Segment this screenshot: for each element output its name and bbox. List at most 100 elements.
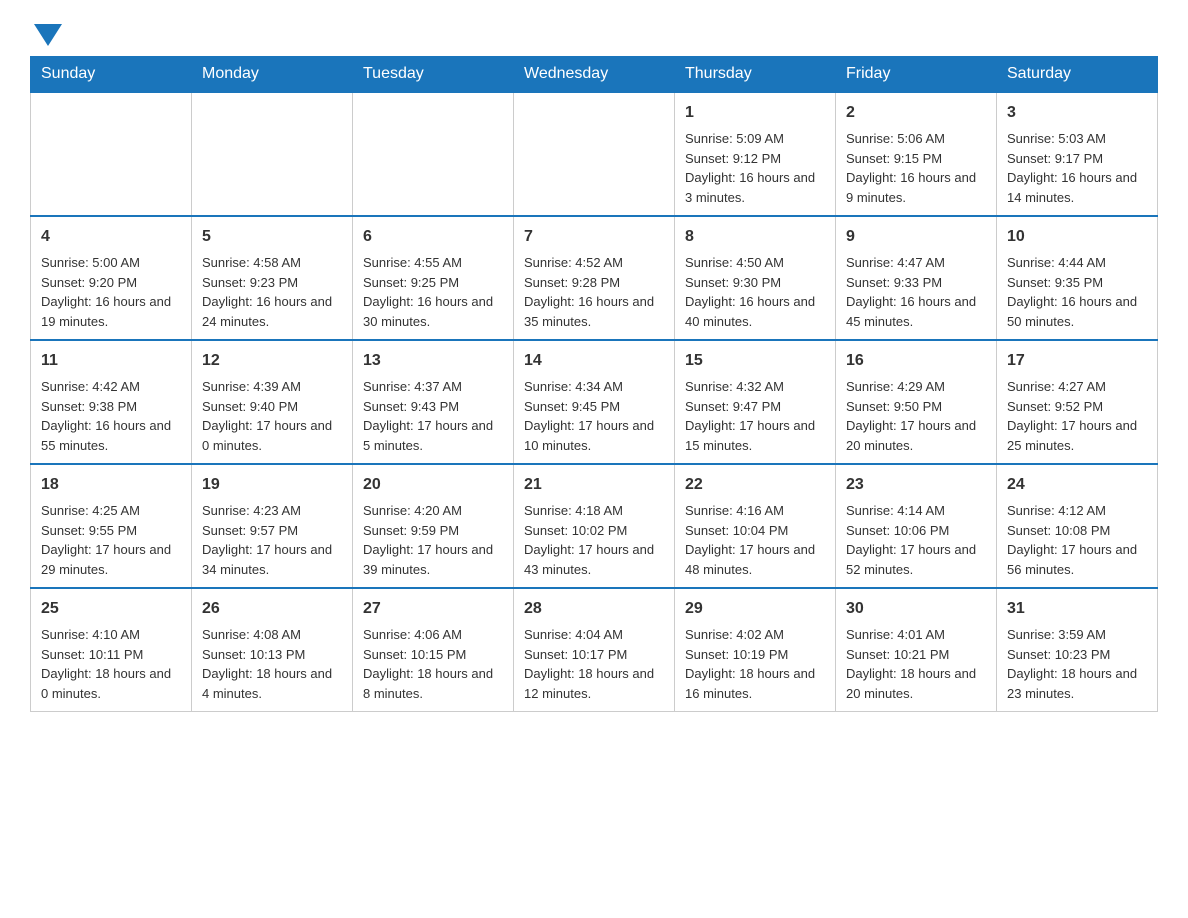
column-header-wednesday: Wednesday [514, 57, 675, 93]
calendar-week-row: 11 Sunrise: 4:42 AMSunset: 9:38 PMDayligh… [31, 340, 1158, 464]
day-number: 12 [202, 349, 342, 373]
day-number: 15 [685, 349, 825, 373]
day-info: Sunrise: 4:42 AMSunset: 9:38 PMDaylight:… [41, 377, 181, 455]
calendar-cell: 11 Sunrise: 4:42 AMSunset: 9:38 PMDayligh… [31, 340, 192, 464]
calendar-cell: 6 Sunrise: 4:55 AMSunset: 9:25 PMDaylight… [353, 216, 514, 340]
calendar-cell: 25Sunrise: 4:10 AMSunset: 10:11 PMDaylig… [31, 588, 192, 712]
day-number: 24 [1007, 473, 1147, 497]
day-number: 13 [363, 349, 503, 373]
day-info: Sunrise: 4:37 AMSunset: 9:43 PMDaylight:… [363, 377, 503, 455]
calendar-cell: 2 Sunrise: 5:06 AMSunset: 9:15 PMDaylight… [836, 92, 997, 216]
calendar-week-row: 1Sunrise: 5:09 AMSunset: 9:12 PMDaylight… [31, 92, 1158, 216]
calendar-cell [192, 92, 353, 216]
day-number: 6 [363, 225, 503, 249]
day-info: Sunrise: 4:58 AMSunset: 9:23 PMDaylight:… [202, 253, 342, 331]
calendar-cell: 31 Sunrise: 3:59 AMSunset: 10:23 PMDaylig… [997, 588, 1158, 712]
day-number: 9 [846, 225, 986, 249]
day-info: Sunrise: 4:02 AMSunset: 10:19 PMDaylight… [685, 625, 825, 703]
day-info: Sunrise: 5:09 AMSunset: 9:12 PMDaylight:… [685, 129, 825, 207]
day-number: 25 [41, 597, 181, 621]
day-number: 21 [524, 473, 664, 497]
calendar-cell: 21 Sunrise: 4:18 AMSunset: 10:02 PMDaylig… [514, 464, 675, 588]
logo-triangle-icon [34, 24, 62, 46]
day-info: Sunrise: 4:18 AMSunset: 10:02 PMDaylight… [524, 501, 664, 579]
day-number: 29 [685, 597, 825, 621]
day-number: 17 [1007, 349, 1147, 373]
day-info: Sunrise: 4:47 AMSunset: 9:33 PMDaylight:… [846, 253, 986, 331]
calendar-cell: 16 Sunrise: 4:29 AMSunset: 9:50 PMDayligh… [836, 340, 997, 464]
calendar-cell [353, 92, 514, 216]
day-number: 4 [41, 225, 181, 249]
calendar-cell: 1Sunrise: 5:09 AMSunset: 9:12 PMDaylight… [675, 92, 836, 216]
calendar-cell: 4Sunrise: 5:00 AMSunset: 9:20 PMDaylight… [31, 216, 192, 340]
day-info: Sunrise: 4:01 AMSunset: 10:21 PMDaylight… [846, 625, 986, 703]
day-info: Sunrise: 4:14 AMSunset: 10:06 PMDaylight… [846, 501, 986, 579]
day-info: Sunrise: 3:59 AMSunset: 10:23 PMDaylight… [1007, 625, 1147, 703]
column-header-saturday: Saturday [997, 57, 1158, 93]
day-info: Sunrise: 4:44 AMSunset: 9:35 PMDaylight:… [1007, 253, 1147, 331]
day-number: 5 [202, 225, 342, 249]
column-header-friday: Friday [836, 57, 997, 93]
day-number: 2 [846, 101, 986, 125]
calendar-week-row: 25Sunrise: 4:10 AMSunset: 10:11 PMDaylig… [31, 588, 1158, 712]
calendar-cell: 20 Sunrise: 4:20 AMSunset: 9:59 PMDayligh… [353, 464, 514, 588]
calendar-cell [514, 92, 675, 216]
column-header-thursday: Thursday [675, 57, 836, 93]
calendar-week-row: 4Sunrise: 5:00 AMSunset: 9:20 PMDaylight… [31, 216, 1158, 340]
day-info: Sunrise: 4:06 AMSunset: 10:15 PMDaylight… [363, 625, 503, 703]
day-number: 31 [1007, 597, 1147, 621]
day-info: Sunrise: 4:23 AMSunset: 9:57 PMDaylight:… [202, 501, 342, 579]
calendar-cell: 24 Sunrise: 4:12 AMSunset: 10:08 PMDaylig… [997, 464, 1158, 588]
calendar-cell: 13 Sunrise: 4:37 AMSunset: 9:43 PMDayligh… [353, 340, 514, 464]
day-number: 19 [202, 473, 342, 497]
calendar-cell: 30Sunrise: 4:01 AMSunset: 10:21 PMDaylig… [836, 588, 997, 712]
day-info: Sunrise: 4:04 AMSunset: 10:17 PMDaylight… [524, 625, 664, 703]
calendar-cell: 14Sunrise: 4:34 AMSunset: 9:45 PMDayligh… [514, 340, 675, 464]
day-number: 16 [846, 349, 986, 373]
calendar-table: SundayMondayTuesdayWednesdayThursdayFrid… [30, 56, 1158, 712]
calendar-cell: 15 Sunrise: 4:32 AMSunset: 9:47 PMDayligh… [675, 340, 836, 464]
calendar-cell: 28 Sunrise: 4:04 AMSunset: 10:17 PMDaylig… [514, 588, 675, 712]
calendar-cell: 18 Sunrise: 4:25 AMSunset: 9:55 PMDayligh… [31, 464, 192, 588]
calendar-cell: 19 Sunrise: 4:23 AMSunset: 9:57 PMDayligh… [192, 464, 353, 588]
day-info: Sunrise: 4:20 AMSunset: 9:59 PMDaylight:… [363, 501, 503, 579]
day-number: 23 [846, 473, 986, 497]
day-info: Sunrise: 4:50 AMSunset: 9:30 PMDaylight:… [685, 253, 825, 331]
calendar-cell: 29 Sunrise: 4:02 AMSunset: 10:19 PMDaylig… [675, 588, 836, 712]
calendar-cell: 12Sunrise: 4:39 AMSunset: 9:40 PMDayligh… [192, 340, 353, 464]
day-info: Sunrise: 5:03 AMSunset: 9:17 PMDaylight:… [1007, 129, 1147, 207]
calendar-cell: 10 Sunrise: 4:44 AMSunset: 9:35 PMDayligh… [997, 216, 1158, 340]
calendar-cell: 23 Sunrise: 4:14 AMSunset: 10:06 PMDaylig… [836, 464, 997, 588]
calendar-cell: 22 Sunrise: 4:16 AMSunset: 10:04 PMDaylig… [675, 464, 836, 588]
column-header-tuesday: Tuesday [353, 57, 514, 93]
day-info: Sunrise: 4:16 AMSunset: 10:04 PMDaylight… [685, 501, 825, 579]
logo [30, 20, 64, 46]
calendar-cell: 26Sunrise: 4:08 AMSunset: 10:13 PMDaylig… [192, 588, 353, 712]
day-number: 22 [685, 473, 825, 497]
day-info: Sunrise: 4:27 AMSunset: 9:52 PMDaylight:… [1007, 377, 1147, 455]
day-number: 18 [41, 473, 181, 497]
calendar-cell: 5 Sunrise: 4:58 AMSunset: 9:23 PMDaylight… [192, 216, 353, 340]
calendar-cell: 17 Sunrise: 4:27 AMSunset: 9:52 PMDayligh… [997, 340, 1158, 464]
day-info: Sunrise: 4:29 AMSunset: 9:50 PMDaylight:… [846, 377, 986, 455]
day-info: Sunrise: 4:25 AMSunset: 9:55 PMDaylight:… [41, 501, 181, 579]
day-number: 20 [363, 473, 503, 497]
day-info: Sunrise: 4:32 AMSunset: 9:47 PMDaylight:… [685, 377, 825, 455]
day-info: Sunrise: 4:55 AMSunset: 9:25 PMDaylight:… [363, 253, 503, 331]
column-header-sunday: Sunday [31, 57, 192, 93]
calendar-cell: 3 Sunrise: 5:03 AMSunset: 9:17 PMDaylight… [997, 92, 1158, 216]
day-number: 10 [1007, 225, 1147, 249]
day-number: 28 [524, 597, 664, 621]
calendar-cell: 8Sunrise: 4:50 AMSunset: 9:30 PMDaylight… [675, 216, 836, 340]
day-info: Sunrise: 5:06 AMSunset: 9:15 PMDaylight:… [846, 129, 986, 207]
day-number: 27 [363, 597, 503, 621]
calendar-week-row: 18 Sunrise: 4:25 AMSunset: 9:55 PMDayligh… [31, 464, 1158, 588]
day-info: Sunrise: 4:52 AMSunset: 9:28 PMDaylight:… [524, 253, 664, 331]
calendar-cell: 9 Sunrise: 4:47 AMSunset: 9:33 PMDaylight… [836, 216, 997, 340]
day-number: 11 [41, 349, 181, 373]
day-info: Sunrise: 4:34 AMSunset: 9:45 PMDaylight:… [524, 377, 664, 455]
page-header [30, 20, 1158, 46]
day-number: 3 [1007, 101, 1147, 125]
day-info: Sunrise: 4:08 AMSunset: 10:13 PMDaylight… [202, 625, 342, 703]
day-info: Sunrise: 4:12 AMSunset: 10:08 PMDaylight… [1007, 501, 1147, 579]
